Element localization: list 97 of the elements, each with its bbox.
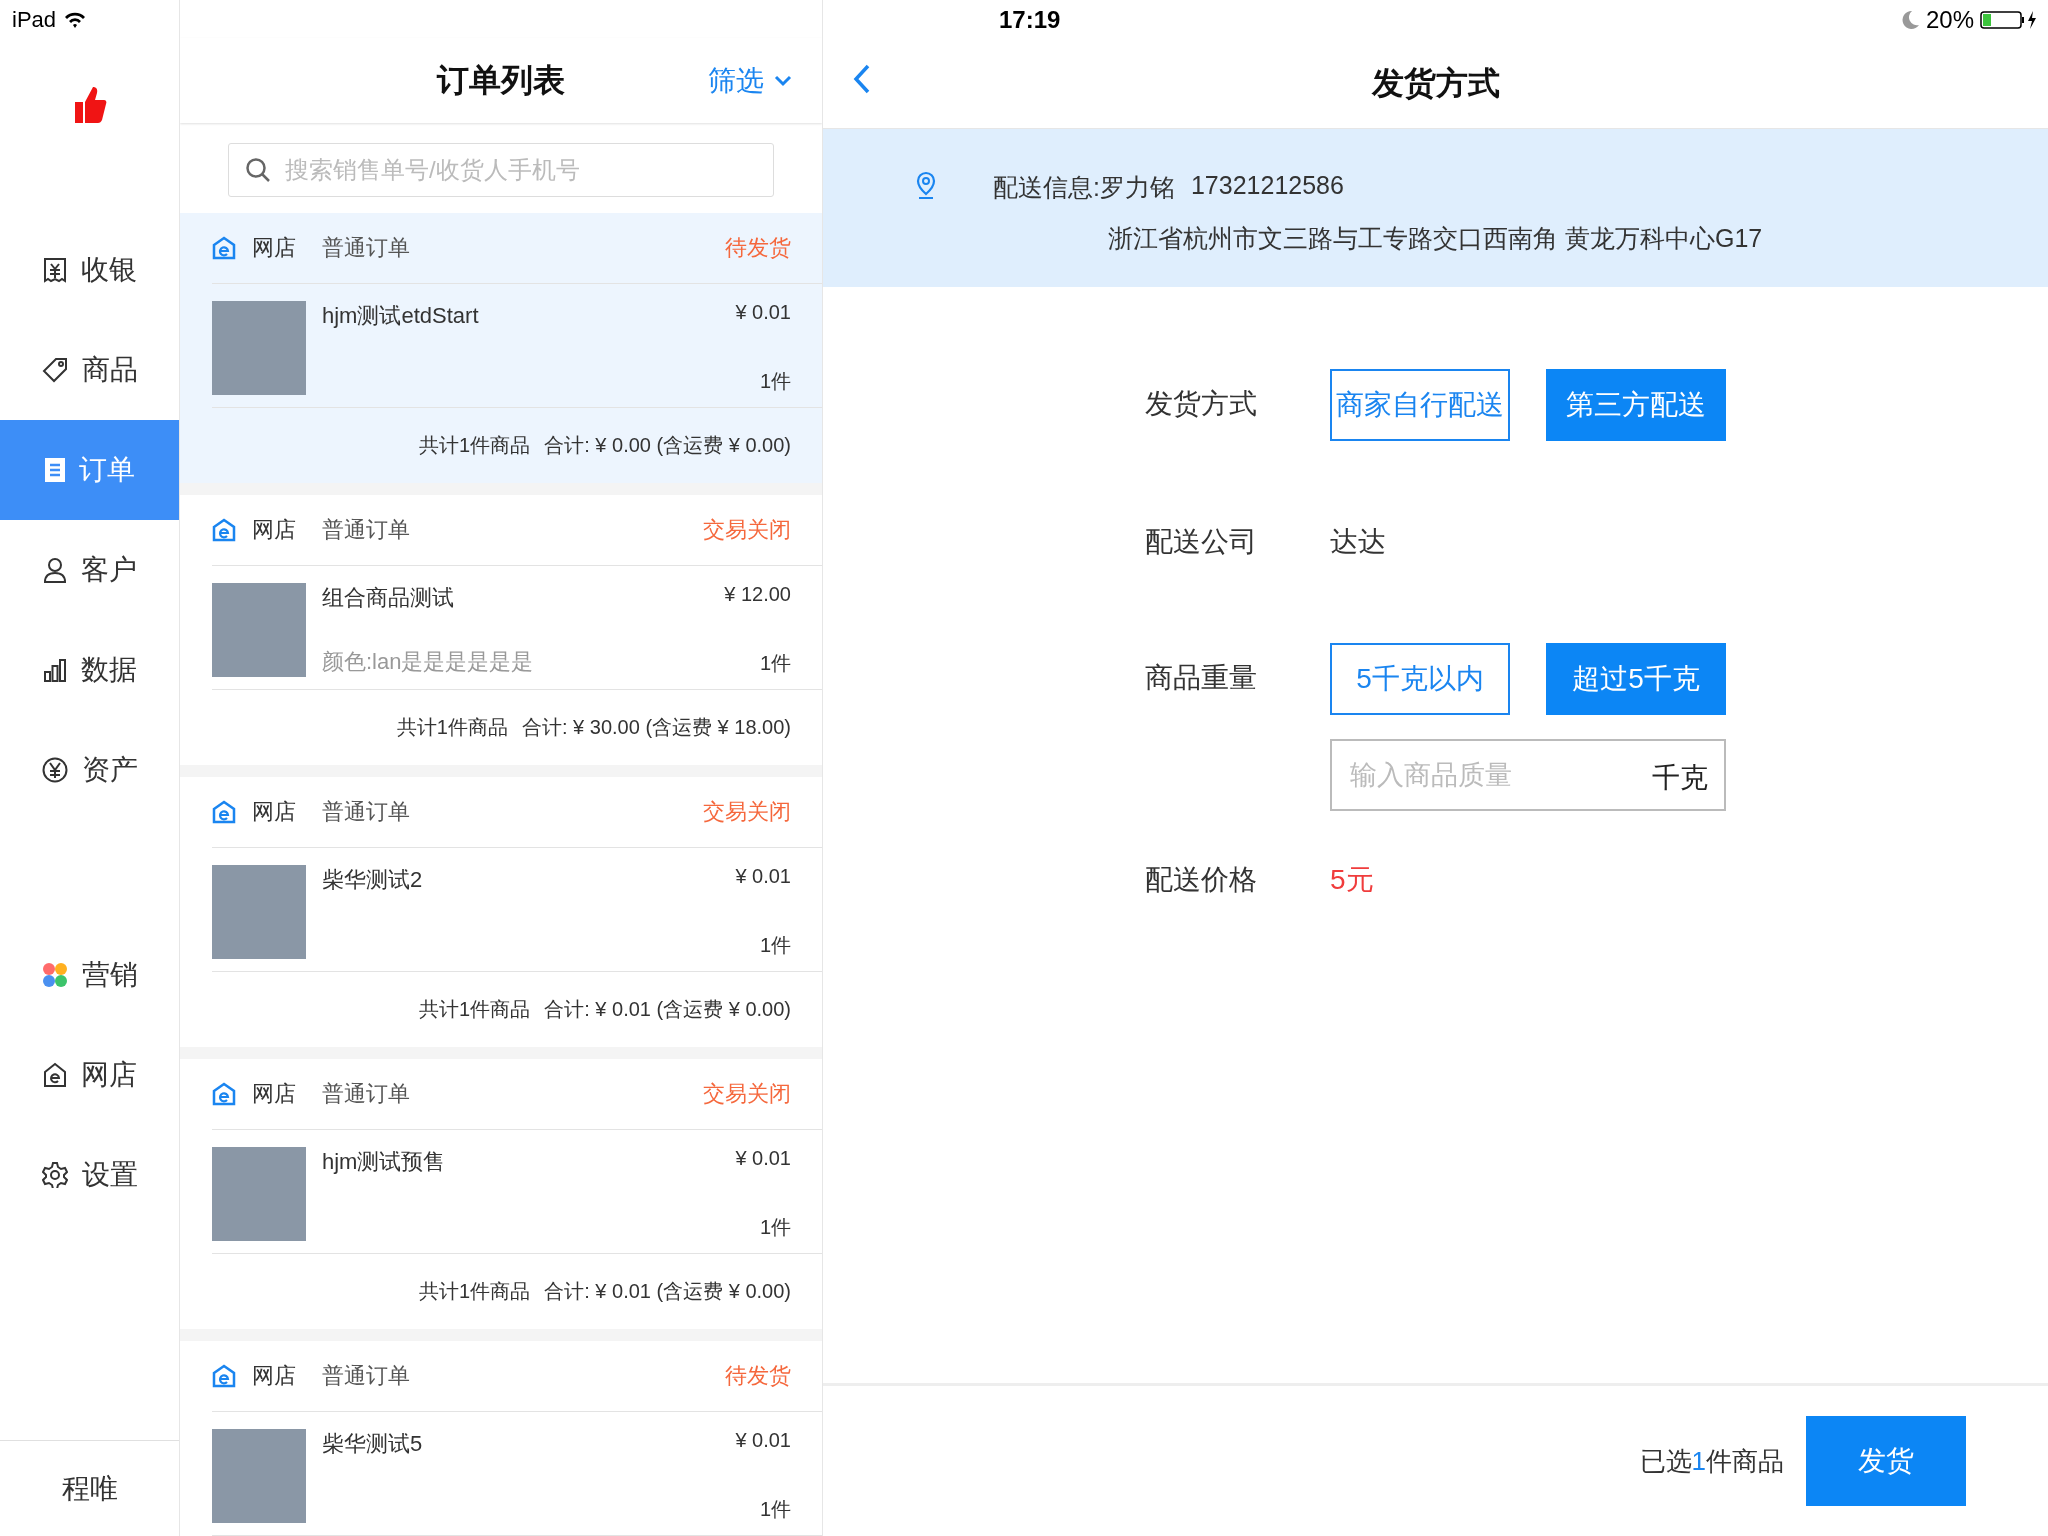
shop-icon bbox=[212, 800, 236, 824]
sidebar-item[interactable]: 客户 bbox=[0, 520, 179, 620]
document-icon bbox=[44, 458, 65, 482]
status-time: 17:19 bbox=[999, 6, 1061, 34]
back-chevron-icon bbox=[853, 64, 871, 94]
product-price: ¥ 12.00 bbox=[724, 583, 791, 606]
field-label: 发货方式 bbox=[1145, 387, 1258, 421]
option-button[interactable]: 超过5千克 bbox=[1546, 643, 1726, 715]
field-label: 配送价格 bbox=[1145, 863, 1258, 897]
list-title: 订单列表 bbox=[437, 60, 565, 100]
product-price: ¥ 0.01 bbox=[735, 1147, 791, 1170]
bar-chart-icon bbox=[42, 658, 67, 682]
battery-charging-icon bbox=[1980, 10, 2038, 30]
sidebar-item[interactable]: 营销 bbox=[0, 925, 179, 1025]
product-name: 组合商品测试 bbox=[322, 584, 455, 612]
option-button[interactable]: 第三方配送 bbox=[1546, 369, 1726, 441]
product-price: ¥ 0.01 bbox=[735, 865, 791, 888]
option-button[interactable]: 商家自行配送 bbox=[1330, 369, 1510, 441]
order-type: 普通订单 bbox=[322, 798, 410, 826]
field-label: 配送公司 bbox=[1145, 525, 1258, 559]
sidebar-item[interactable]: 商品 bbox=[0, 320, 179, 420]
order-total: 合计: ¥ 0.01 (含运费 ¥ 0.00) bbox=[544, 1279, 791, 1304]
order-card[interactable]: 网店 普通订单 交易关闭 hjm测试预售 ¥ 0.01 1件 共计1件商品 合计: ¥ 0.01 (含运费 ¥ 0.00) bbox=[180, 1059, 822, 1329]
order-card[interactable]: 网店 普通订单 交易关闭 组合商品测试 颜色:lan是是是是是是 ¥ 12.00 1件 共计1件商品 合计: ¥ 30.00 (含运费 ¥ 18.00) bbox=[180, 495, 822, 765]
order-status: 待发货 bbox=[725, 1362, 791, 1390]
shop-icon bbox=[212, 236, 236, 260]
yuan-coin-icon bbox=[41, 757, 68, 783]
product-quantity: 1件 bbox=[759, 651, 791, 676]
order-type: 普通订单 bbox=[322, 1362, 410, 1390]
order-type: 普通订单 bbox=[322, 234, 410, 262]
product-quantity: 1件 bbox=[759, 1215, 791, 1240]
tag-icon bbox=[41, 357, 68, 383]
product-quantity: 1件 bbox=[759, 369, 791, 394]
settings-icon bbox=[41, 1162, 68, 1188]
sidebar-item[interactable]: 数据 bbox=[0, 620, 179, 720]
product-quantity: 1件 bbox=[759, 1497, 791, 1522]
wifi-icon bbox=[64, 11, 87, 29]
store-label: 网店 bbox=[252, 234, 296, 262]
order-card[interactable]: 网店 普通订单 待发货 柴华测试5 ¥ 0.01 1件 bbox=[180, 1341, 822, 1536]
field-label: 商品重量 bbox=[1145, 661, 1258, 695]
store-label: 网店 bbox=[252, 798, 296, 826]
order-type: 普通订单 bbox=[322, 1080, 410, 1108]
order-status: 交易关闭 bbox=[703, 1080, 791, 1108]
page-title: 发货方式 bbox=[1371, 64, 1500, 103]
selected-count-text: 已选1件商品 bbox=[1639, 1444, 1784, 1478]
shop-icon bbox=[212, 1082, 236, 1106]
order-status: 待发货 bbox=[725, 234, 791, 262]
store-label: 网店 bbox=[252, 1080, 296, 1108]
product-price: ¥ 0.01 bbox=[735, 1429, 791, 1452]
order-card[interactable]: 网店 普通订单 待发货 hjm测试etdStart ¥ 0.01 1件 共计1件商品 合计: ¥ 0.00 (含运费 ¥ 0.00) bbox=[180, 213, 822, 483]
ship-button[interactable]: 发货 bbox=[1806, 1416, 1966, 1506]
order-total: 合计: ¥ 0.01 (含运费 ¥ 0.00) bbox=[544, 997, 791, 1022]
delivery-contact: 配送信息:罗力铭 bbox=[993, 172, 1175, 203]
delivery-address: 浙江省杭州市文三路与工专路交口西南角 黄龙万科中心G17 bbox=[1107, 223, 1763, 254]
product-quantity: 1件 bbox=[759, 933, 791, 958]
product-name: 柴华测试2 bbox=[322, 866, 424, 894]
item-count: 共计1件商品 bbox=[419, 997, 531, 1022]
store-label: 网店 bbox=[252, 516, 296, 544]
shop-icon bbox=[212, 1364, 236, 1388]
product-name: hjm测试预售 bbox=[322, 1148, 447, 1176]
sidebar-item[interactable]: 收银 bbox=[0, 220, 179, 320]
sidebar-item[interactable]: 设置 bbox=[0, 1125, 179, 1225]
delivery-price: 5元 bbox=[1330, 863, 1375, 897]
order-total: 合计: ¥ 30.00 (含运费 ¥ 18.00) bbox=[522, 715, 791, 740]
item-count: 共计1件商品 bbox=[396, 715, 508, 740]
order-status: 交易关闭 bbox=[703, 798, 791, 826]
search-icon bbox=[245, 157, 271, 183]
person-icon bbox=[42, 557, 67, 583]
option-button[interactable]: 5千克以内 bbox=[1330, 643, 1510, 715]
order-total: 合计: ¥ 0.00 (含运费 ¥ 0.00) bbox=[544, 433, 791, 458]
device-name: iPad bbox=[12, 7, 57, 33]
order-status: 交易关闭 bbox=[703, 516, 791, 544]
product-variant: 颜色:lan是是是是是是 bbox=[322, 648, 535, 676]
product-price: ¥ 0.01 bbox=[735, 301, 791, 324]
product-name: hjm测试etdStart bbox=[322, 302, 480, 330]
shop-icon bbox=[42, 1062, 67, 1088]
shop-icon bbox=[212, 518, 236, 542]
sidebar-item[interactable]: 资产 bbox=[0, 720, 179, 820]
user-name[interactable]: 程唯 bbox=[0, 1440, 179, 1536]
order-type: 普通订单 bbox=[322, 516, 410, 544]
delivery-phone: 17321212586 bbox=[1190, 171, 1344, 201]
sidebar-item[interactable]: 网店 bbox=[0, 1025, 179, 1125]
battery-percentage: 20% bbox=[1925, 6, 1974, 34]
order-card[interactable]: 网店 普通订单 交易关闭 柴华测试2 ¥ 0.01 1件 共计1件商品 合计: ¥ 0.01 (含运费 ¥ 0.00) bbox=[180, 777, 822, 1047]
item-count: 共计1件商品 bbox=[419, 433, 531, 458]
item-count: 共计1件商品 bbox=[419, 1279, 531, 1304]
location-pin-icon bbox=[915, 171, 937, 201]
product-name: 柴华测试5 bbox=[322, 1430, 424, 1458]
field-value: 达达 bbox=[1330, 525, 1387, 559]
thumbs-up-logo-icon bbox=[72, 85, 107, 125]
filter-button[interactable]: 筛选 bbox=[708, 62, 792, 101]
back-button[interactable] bbox=[853, 64, 871, 94]
unit-label: 千克 bbox=[1652, 761, 1708, 795]
chevron-down-icon bbox=[774, 75, 792, 88]
colored-petals-icon bbox=[41, 962, 68, 988]
store-label: 网店 bbox=[252, 1362, 296, 1390]
receipt-icon bbox=[42, 257, 67, 283]
